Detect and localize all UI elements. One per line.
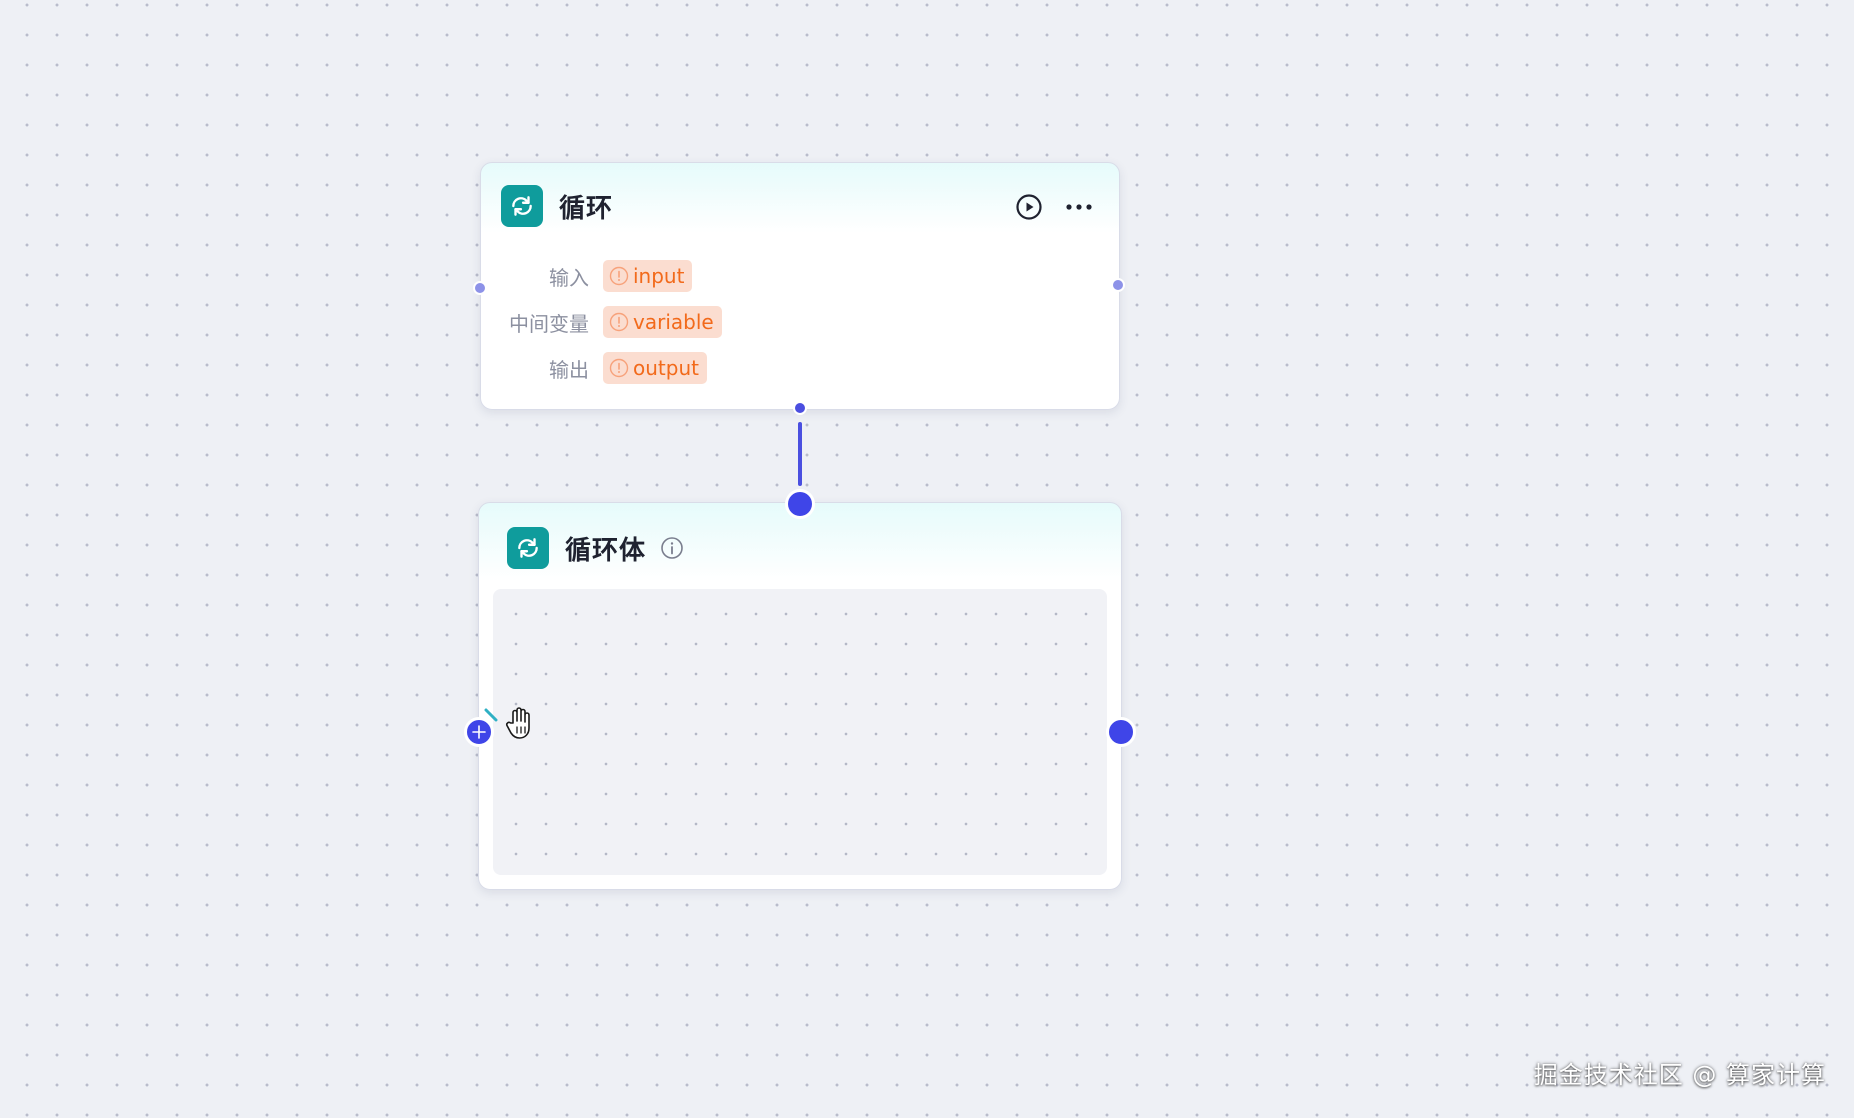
loop-input-port[interactable] <box>473 281 487 295</box>
hand-cursor-icon <box>506 707 530 739</box>
loop-bottom-port[interactable] <box>793 401 807 415</box>
loop-body-canvas[interactable] <box>493 589 1107 875</box>
warning-circle-icon <box>609 358 629 378</box>
loop-node-title: 循环 <box>559 193 614 224</box>
loop-body-top-port[interactable] <box>785 489 815 519</box>
loop-body-node[interactable]: 循环体 <box>478 502 1122 890</box>
more-horizontal-icon[interactable] <box>1065 203 1093 211</box>
param-value: output <box>633 356 699 380</box>
warning-circle-icon <box>609 266 629 286</box>
param-value: variable <box>633 310 714 334</box>
param-value: input <box>633 264 685 288</box>
watermark: 掘金技术社区 @ 算家计算 <box>1533 1061 1826 1089</box>
param-label: 输入 <box>549 265 589 290</box>
param-tag-output[interactable]: output <box>603 352 707 384</box>
param-tag-input[interactable]: input <box>603 260 693 292</box>
param-tag-variable[interactable]: variable <box>603 306 722 338</box>
loop-connector-line <box>798 422 802 486</box>
param-row-variable: 中间变量 variable <box>481 305 722 339</box>
warning-circle-icon <box>609 312 629 332</box>
param-label: 中间变量 <box>509 311 589 336</box>
loop-body-title: 循环体 <box>565 535 647 566</box>
param-label: 输出 <box>549 357 589 382</box>
loop-icon <box>507 527 549 569</box>
drag-edge-stub <box>484 708 498 722</box>
param-row-input: 输入 input <box>481 259 693 293</box>
loop-body-output-port[interactable] <box>1106 717 1136 747</box>
loop-body-header: 循环体 <box>507 527 684 569</box>
play-circle-icon[interactable] <box>1015 193 1043 221</box>
loop-node[interactable]: 循环 输入 input 中间变量 variable 输出 output <box>480 162 1120 410</box>
loop-output-port[interactable] <box>1111 278 1125 292</box>
workflow-canvas[interactable]: 循环 输入 input 中间变量 variable 输出 output 循环体 … <box>0 0 1854 1118</box>
info-circle-icon[interactable] <box>660 536 684 560</box>
param-row-output: 输出 output <box>481 351 707 385</box>
loop-icon <box>501 185 543 227</box>
loop-node-actions <box>1015 193 1093 221</box>
loop-node-header: 循环 <box>501 185 613 227</box>
